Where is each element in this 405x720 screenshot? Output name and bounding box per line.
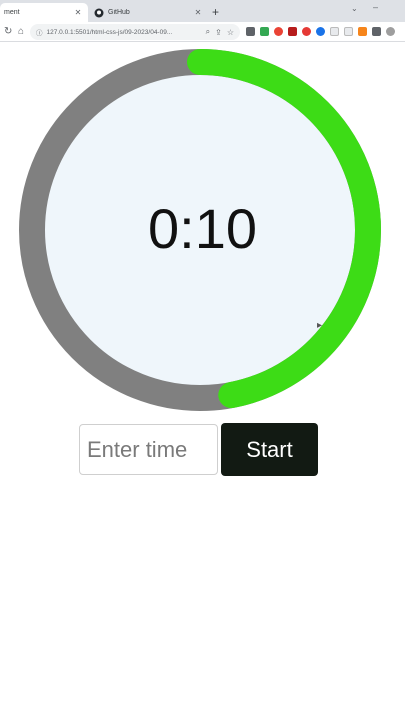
tab-title: ment: [4, 9, 20, 16]
browser-toolbar: ↻ ⌂ ⓘ 127.0.0.1:5501/html-css-js/09-2023…: [0, 22, 405, 42]
extensions-puzzle-icon[interactable]: [372, 27, 381, 36]
extension-blue-icon[interactable]: [316, 27, 325, 36]
tab-github[interactable]: GitHub ✕: [90, 3, 208, 22]
search-icon[interactable]: ⌕: [206, 27, 210, 37]
extension-puzzle-icon[interactable]: [246, 27, 255, 36]
bookmark-star-icon[interactable]: ☆: [227, 28, 234, 37]
info-icon[interactable]: ⓘ: [36, 27, 43, 37]
minimize-icon[interactable]: –: [373, 2, 378, 12]
extension-circle-icon[interactable]: [302, 27, 311, 36]
extension-grid-icon[interactable]: [330, 27, 339, 36]
address-url: 127.0.0.1:5501/html-css-js/09-2023/04-09…: [46, 28, 173, 36]
start-button[interactable]: Start: [221, 423, 318, 476]
tab-search-icon[interactable]: ⌄: [351, 4, 358, 13]
close-tab-icon[interactable]: ✕: [74, 8, 82, 17]
tab-active[interactable]: ment ✕: [0, 3, 88, 22]
new-tab-button[interactable]: +: [212, 3, 219, 21]
timer-display: 0:10: [148, 197, 257, 260]
extension-red-icon[interactable]: [288, 27, 297, 36]
github-icon: [94, 8, 104, 17]
tab-title: GitHub: [108, 9, 130, 16]
share-icon[interactable]: ⇪: [215, 28, 222, 37]
close-tab-icon[interactable]: ✕: [194, 8, 202, 17]
reload-icon[interactable]: ↻: [4, 25, 12, 39]
time-input[interactable]: [79, 424, 218, 475]
home-icon[interactable]: ⌂: [18, 25, 24, 39]
mouse-cursor-icon: ▸: [317, 320, 323, 331]
address-bar[interactable]: ⓘ 127.0.0.1:5501/html-css-js/09-2023/04-…: [30, 24, 240, 40]
extension-opera-icon[interactable]: [274, 27, 283, 36]
extension-box-icon[interactable]: [344, 27, 353, 36]
extension-fox-icon[interactable]: [358, 27, 367, 36]
extension-shield-icon[interactable]: [260, 27, 269, 36]
browser-tab-strip: ment ✕ GitHub ✕ + ⌄ –: [0, 0, 405, 22]
profile-avatar[interactable]: [386, 27, 395, 36]
